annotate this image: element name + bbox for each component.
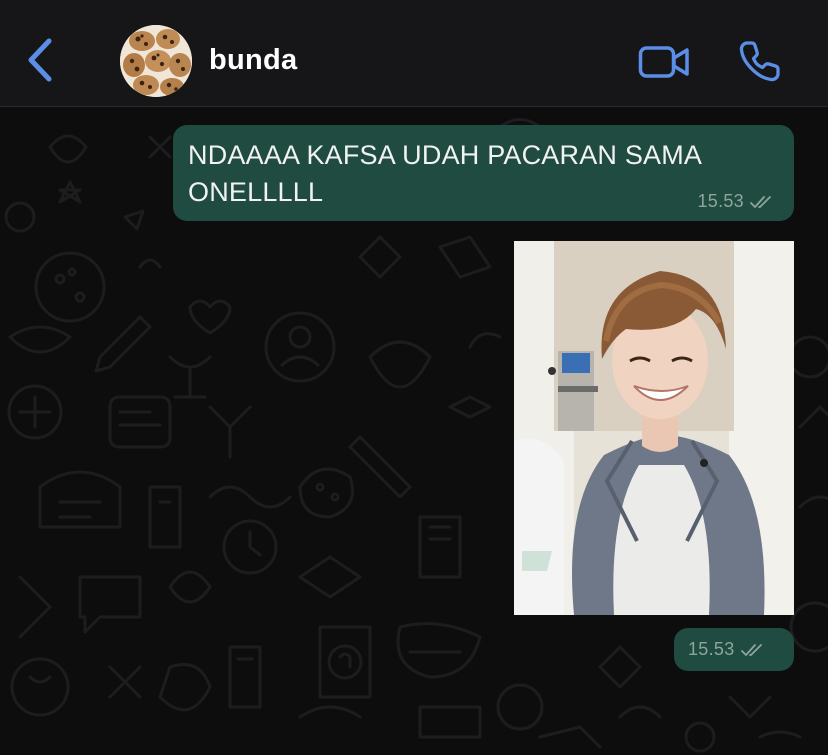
- voice-call-button[interactable]: [734, 36, 786, 86]
- phone-icon: [739, 41, 780, 82]
- chat-screen: bunda NDAAAA KAFSA UDAH PACARAN SAMA ONE…: [0, 0, 828, 755]
- video-call-icon: [638, 46, 689, 78]
- double-check-icon: [740, 643, 762, 656]
- message-meta: 15.53: [697, 191, 776, 212]
- outgoing-text-message[interactable]: NDAAAA KAFSA UDAH PACARAN SAMA ONELLLLL …: [173, 125, 794, 221]
- back-button[interactable]: [18, 36, 62, 84]
- chat-header: bunda: [0, 0, 828, 107]
- double-check-icon: [750, 195, 771, 208]
- message-time: 15.53: [697, 191, 744, 211]
- chevron-left-icon: [28, 38, 52, 82]
- message-time: 15.53: [688, 639, 735, 659]
- contact-name[interactable]: bunda: [209, 44, 298, 77]
- video-call-button[interactable]: [636, 40, 692, 84]
- photo-of-smiling-person: [514, 241, 794, 615]
- contact-avatar[interactable]: [120, 25, 192, 97]
- message-meta: 15.53: [688, 639, 767, 660]
- image-message[interactable]: [514, 241, 794, 615]
- message-text: NDAAAA KAFSA UDAH PACARAN SAMA ONELLLLL: [188, 140, 701, 207]
- chat-messages-area[interactable]: NDAAAA KAFSA UDAH PACARAN SAMA ONELLLLL …: [0, 107, 828, 755]
- cookies-avatar-image: [120, 25, 192, 97]
- image-message-meta-bubble: 15.53: [674, 628, 794, 671]
